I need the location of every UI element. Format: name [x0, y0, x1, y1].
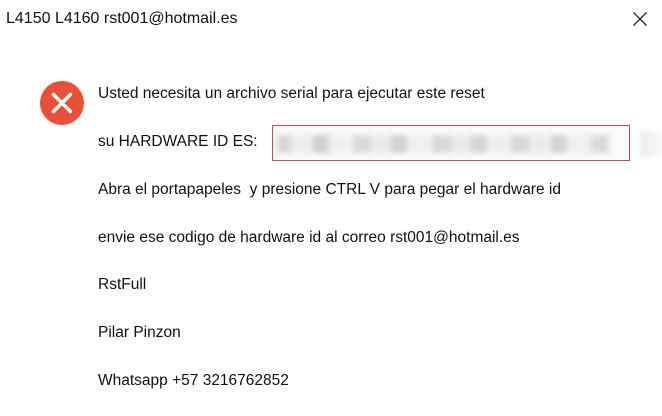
message-line-email: envie ese codigo de hardware id al corre…: [98, 229, 520, 246]
message-dialog: L4150 L4160 rst001@hotmail.es Usted nece…: [0, 0, 662, 416]
title-bar: L4150 L4160 rst001@hotmail.es: [0, 0, 662, 40]
message-line-serial: Usted necesita un archivo serial para ej…: [98, 85, 485, 102]
close-icon: [633, 12, 647, 26]
message-line-product: RstFull: [98, 276, 147, 293]
message-line-clipboard: Abra el portapapeles y presione CTRL V p…: [98, 181, 561, 198]
redaction-edge: [640, 131, 662, 157]
close-button[interactable]: [618, 0, 662, 38]
hardware-id-value-redacted: [272, 125, 630, 161]
error-icon: [40, 81, 84, 125]
hardware-id-label: su HARDWARE ID ES:: [98, 133, 258, 150]
redacted-text: [277, 135, 625, 153]
message-line-whatsapp: Whatsapp +57 3216762852: [98, 372, 289, 389]
message-line-contact-name: Pilar Pinzon: [98, 324, 181, 341]
window-title: L4150 L4160 rst001@hotmail.es: [6, 10, 238, 27]
